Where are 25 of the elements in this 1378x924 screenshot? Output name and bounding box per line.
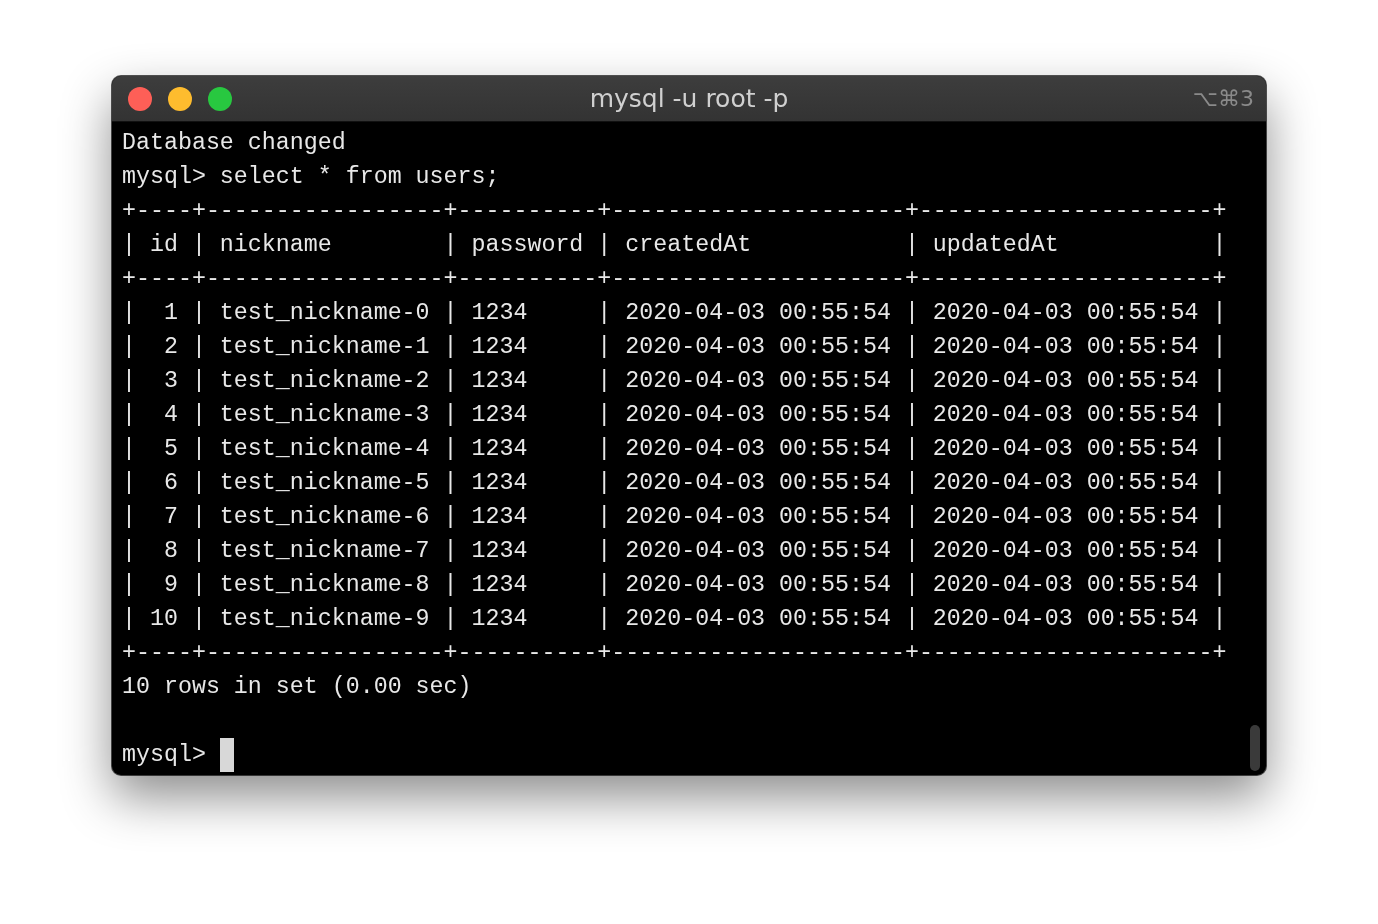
close-button[interactable] xyxy=(128,86,152,111)
zoom-button[interactable] xyxy=(208,86,232,111)
terminal-line: +----+-----------------+----------+---------------------+---------------------+ xyxy=(122,197,1227,226)
terminal-line: +----+-----------------+----------+---------------------+---------------------+ xyxy=(122,639,1227,668)
terminal-line: Database changed xyxy=(122,129,346,158)
minimize-button[interactable] xyxy=(168,86,192,111)
terminal-line: | 8 | test_nickname-7 | 1234 | 2020-04-03 00:55:54 | 2020-04-03 00:55:54 | xyxy=(122,537,1227,566)
terminal-line: | 3 | test_nickname-2 | 1234 | 2020-04-03 00:55:54 | 2020-04-03 00:55:54 | xyxy=(122,367,1227,396)
terminal-line: | 1 | test_nickname-0 | 1234 | 2020-04-03 00:55:54 | 2020-04-03 00:55:54 | xyxy=(122,299,1227,328)
terminal-line: | 7 | test_nickname-6 | 1234 | 2020-04-03 00:55:54 | 2020-04-03 00:55:54 | xyxy=(122,503,1227,532)
text-cursor xyxy=(219,738,234,772)
terminal-line: | id | nickname | password | createdAt | updatedAt | xyxy=(122,231,1227,260)
terminal-line: 10 rows in set (0.00 sec) xyxy=(122,673,472,702)
prompt: mysql> xyxy=(122,741,206,770)
window-title: mysql -u root -p xyxy=(589,84,789,113)
terminal-line: | 4 | test_nickname-3 | 1234 | 2020-04-03 00:55:54 | 2020-04-03 00:55:54 | xyxy=(122,401,1227,430)
terminal-line: mysql> select * from users; xyxy=(122,163,500,192)
terminal-line: +----+-----------------+----------+---------------------+---------------------+ xyxy=(122,265,1227,294)
keyboard-shortcut: ⌥⌘3 xyxy=(1192,86,1254,111)
terminal-line: | 10 | test_nickname-9 | 1234 | 2020-04-03 00:55:54 | 2020-04-03 00:55:54 | xyxy=(122,605,1227,634)
terminal-line: | 9 | test_nickname-8 | 1234 | 2020-04-03 00:55:54 | 2020-04-03 00:55:54 | xyxy=(122,571,1227,600)
terminal-line: | 5 | test_nickname-4 | 1234 | 2020-04-03 00:55:54 | 2020-04-03 00:55:54 | xyxy=(122,435,1227,464)
scrollbar-thumb[interactable] xyxy=(1250,725,1260,771)
terminal-line: | 6 | test_nickname-5 | 1234 | 2020-04-03 00:55:54 | 2020-04-03 00:55:54 | xyxy=(122,469,1227,498)
terminal-line: | 2 | test_nickname-1 | 1234 | 2020-04-03 00:55:54 | 2020-04-03 00:55:54 | xyxy=(122,333,1227,362)
